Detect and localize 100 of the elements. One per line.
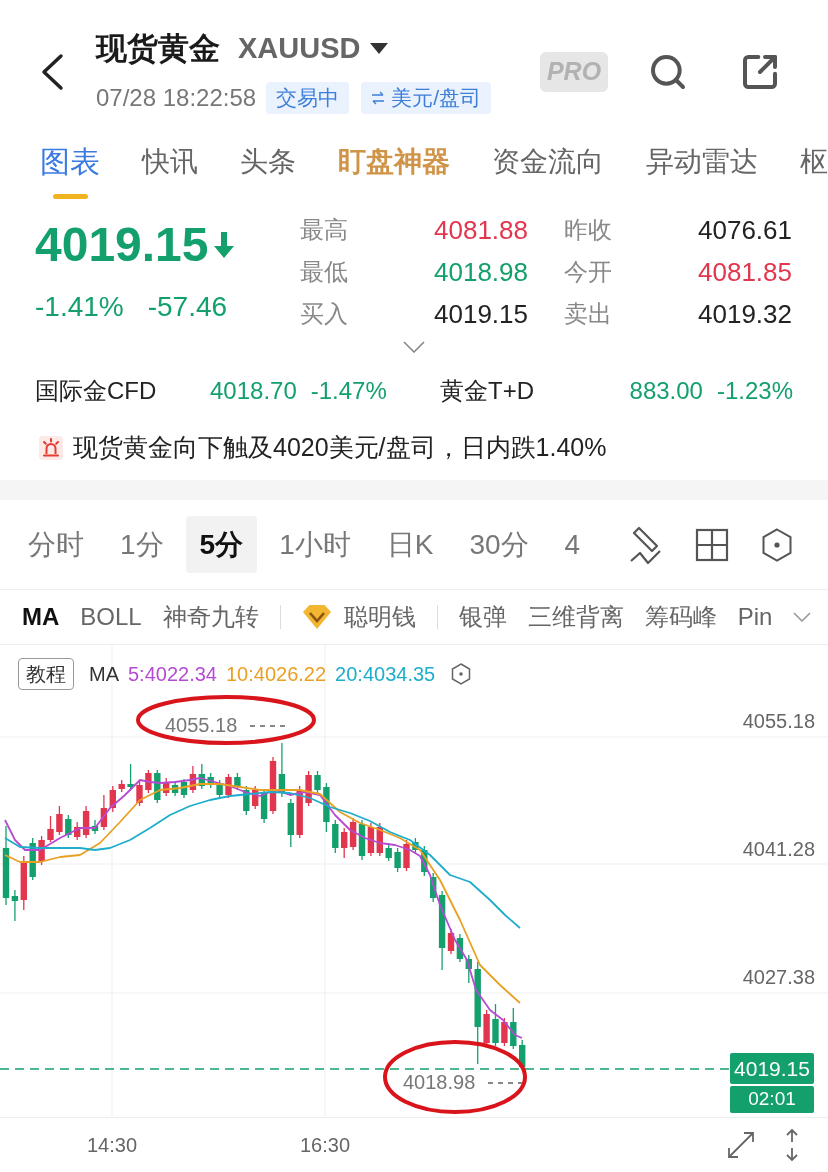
candlestick [332, 819, 339, 854]
stat-label: 今开 [564, 257, 612, 287]
candlestick [29, 837, 36, 881]
tab[interactable]: 头条 [240, 144, 296, 180]
search-icon[interactable] [648, 52, 688, 92]
change-percent: -1.41% [35, 293, 124, 321]
y-axis-label: 4055.18 [742, 709, 815, 733]
ma-legend-value: 5:4022.34 [128, 662, 217, 687]
x-axis-label: 14:30 [86, 1133, 138, 1157]
tab[interactable]: 异动雷达 [646, 144, 758, 180]
interval-tab[interactable]: 1分 [106, 516, 178, 573]
interval-tab[interactable]: 分时 [14, 516, 98, 573]
related-instrument-name[interactable]: 国际金CFD [35, 373, 210, 409]
tab[interactable]: 资金流向 [492, 144, 604, 180]
stat-label: 最高 [300, 215, 348, 245]
candlestick [501, 1017, 508, 1047]
candlestick [127, 763, 134, 791]
candlestick [145, 769, 152, 794]
caret-down-icon [370, 42, 389, 54]
indicator-tab[interactable]: Pin [737, 599, 773, 635]
candlestick [47, 815, 54, 843]
stat-label: 最低 [300, 257, 348, 287]
grid-icon[interactable] [695, 527, 729, 562]
last-price: 4019.15 [35, 221, 209, 269]
candlestick [394, 847, 401, 873]
candlestick [56, 805, 63, 836]
expand-chevron-icon[interactable] [403, 341, 425, 353]
candlestick [154, 769, 161, 804]
indicator-tab[interactable]: 聪明钱 [301, 599, 416, 635]
stat-value: 4081.85 [698, 255, 792, 289]
candlestick [492, 1003, 499, 1047]
diamond-icon [301, 604, 332, 630]
candlestick [323, 782, 330, 833]
dashed-leader-line [488, 1082, 522, 1084]
indicator-tab[interactable]: 银弹 [458, 599, 507, 635]
candlestick [243, 785, 250, 816]
ma-legend-value: 20:4034.35 [335, 662, 436, 687]
ma-legend-label: MA [89, 662, 119, 687]
candlestick [216, 779, 223, 799]
stat-label: 买入 [300, 299, 348, 329]
candlestick [118, 779, 125, 793]
y-axis-label: 4041.28 [742, 837, 815, 861]
expand-diagonal-icon[interactable] [726, 1130, 756, 1160]
candlestick [483, 1009, 490, 1047]
back-chevron-icon [40, 53, 64, 91]
interval-tab[interactable]: 4 [550, 516, 595, 573]
stat-value: 4018.98 [434, 255, 528, 289]
candlestick [403, 839, 410, 872]
hexagon-settings-icon[interactable] [451, 663, 472, 685]
drawing-pen-icon[interactable] [628, 524, 662, 565]
stat-label: 卖出 [564, 299, 612, 329]
indicator-tab[interactable]: MA [22, 599, 60, 635]
high-price-marker: 4055.18 [165, 713, 238, 737]
interval-tab[interactable]: 日K [372, 516, 448, 573]
symbol-dropdown[interactable]: XAUUSD [238, 33, 389, 63]
vertical-arrows-icon[interactable] [784, 1128, 800, 1162]
candlestick [296, 785, 303, 839]
related-price: 4018.70 [210, 376, 297, 406]
indicator-tab[interactable]: BOLL [80, 599, 142, 635]
tutorial-button[interactable]: 教程 [18, 658, 74, 690]
alert-message[interactable]: 现货黄金向下触及4020美元/盘司，日内跌1.40% [73, 429, 607, 467]
swap-arrows-icon [371, 91, 386, 105]
siren-icon [39, 436, 63, 460]
candlestick [519, 1039, 526, 1070]
related-instrument-name[interactable]: 黄金T+D [440, 373, 534, 409]
interval-tab[interactable]: 5分 [185, 516, 258, 573]
y-axis-label: 4027.38 [742, 965, 815, 989]
related-change: -1.23% [716, 376, 793, 406]
low-price-marker: 4018.98 [403, 1070, 476, 1094]
tab[interactable]: 快讯 [142, 144, 198, 180]
candlestick [412, 837, 419, 854]
indicator-tab[interactable]: 三维背离 [527, 599, 624, 635]
instrument-title: 现货黄金 [96, 32, 220, 64]
stat-value: 4081.88 [434, 213, 528, 247]
share-icon[interactable] [740, 52, 780, 92]
status-badge: 交易中 [266, 82, 350, 114]
candlestick [136, 779, 143, 807]
countdown-tag: 02:01 [730, 1086, 814, 1113]
candlestick [38, 835, 45, 866]
interval-tab[interactable]: 1小时 [265, 516, 365, 573]
candlestick [225, 773, 232, 799]
stat-value: 4019.15 [434, 297, 528, 331]
last-price-tag: 4019.15 [730, 1053, 814, 1084]
candlestick [510, 1007, 517, 1050]
indicator-tab[interactable]: 筹码峰 [644, 599, 717, 635]
tab[interactable]: 枢 [800, 144, 828, 180]
candlestick [421, 845, 428, 877]
related-price: 883.00 [629, 376, 703, 406]
chevron-down-icon[interactable] [793, 612, 812, 622]
stat-value: 4019.32 [698, 297, 792, 331]
hexagon-settings-icon[interactable] [762, 527, 792, 562]
tab[interactable]: 图表 [40, 144, 100, 199]
interval-tab[interactable]: 30分 [455, 516, 543, 573]
candlestick [314, 770, 321, 794]
indicator-tab[interactable]: 神奇九转 [162, 599, 259, 635]
x-axis-label: 16:30 [299, 1133, 351, 1157]
unit-badge[interactable]: 美元/盘司 [361, 82, 491, 114]
candlestick [65, 814, 72, 839]
stat-label: 昨收 [564, 215, 612, 245]
candlestick [385, 842, 392, 862]
